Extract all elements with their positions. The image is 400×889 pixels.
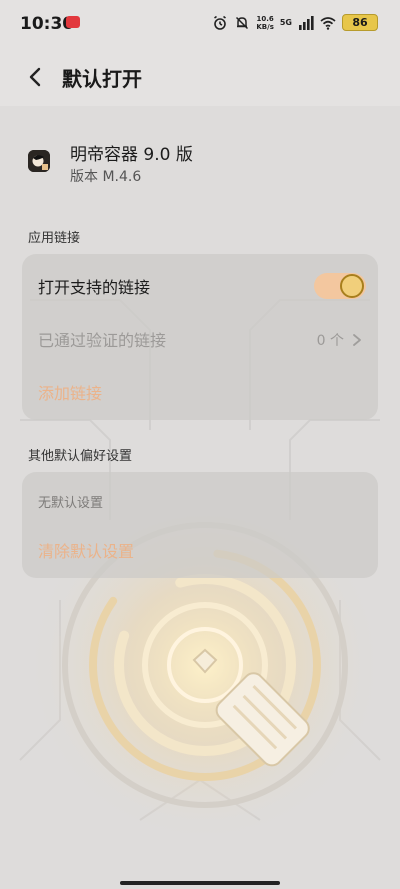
- clear-defaults-row[interactable]: 清除默认设置: [38, 538, 362, 562]
- app-links-card: 打开支持的链接 已通过验证的链接 0 个 添加链接: [22, 254, 378, 420]
- add-link-row[interactable]: 添加链接: [38, 380, 362, 404]
- home-indicator[interactable]: [120, 881, 280, 885]
- app-icon: [28, 150, 50, 172]
- verified-links-label: 已通过验证的链接: [38, 331, 167, 350]
- section-label-other-defaults: 其他默认偏好设置: [28, 449, 133, 464]
- open-supported-links-label: 打开支持的链接: [38, 278, 151, 297]
- chevron-right-icon: [353, 334, 361, 346]
- status-bar: 10:30 10.6 KB/s 5G 86: [0, 0, 400, 48]
- back-arrow-icon[interactable]: [24, 65, 48, 89]
- network-speed: 10.6 KB/s: [256, 14, 274, 31]
- app-name: 明帝容器 9.0 版: [70, 145, 193, 165]
- open-supported-links-toggle[interactable]: [314, 273, 366, 299]
- add-link-button[interactable]: 添加链接: [38, 380, 102, 404]
- signal-icon: [299, 15, 314, 30]
- page-title: 默认打开: [62, 67, 142, 91]
- alarm-icon: [214, 15, 227, 30]
- wifi-icon: [320, 16, 336, 30]
- no-defaults-row: 无默认设置: [38, 492, 362, 511]
- app-info: 明帝容器 9.0 版 版本 M.4.6: [0, 106, 400, 206]
- other-defaults-card: 无默认设置 清除默认设置: [22, 472, 378, 578]
- mute-bell-icon: [236, 16, 249, 29]
- network-type: 5G: [279, 18, 292, 27]
- toggle-knob: [340, 274, 364, 298]
- app-notification-icon: [66, 16, 80, 28]
- app-bar: 默认打开: [0, 48, 400, 106]
- verified-links-count[interactable]: 0 个: [317, 330, 362, 350]
- battery-icon: 86: [342, 14, 378, 31]
- clear-defaults-button[interactable]: 清除默认设置: [38, 538, 134, 562]
- section-label-app-links: 应用链接: [28, 231, 81, 246]
- no-defaults-text: 无默认设置: [38, 496, 104, 511]
- verified-links-row[interactable]: 已通过验证的链接: [38, 327, 362, 351]
- verified-count-value: 0 个: [316, 333, 344, 349]
- app-version: 版本 M.4.6: [70, 169, 142, 185]
